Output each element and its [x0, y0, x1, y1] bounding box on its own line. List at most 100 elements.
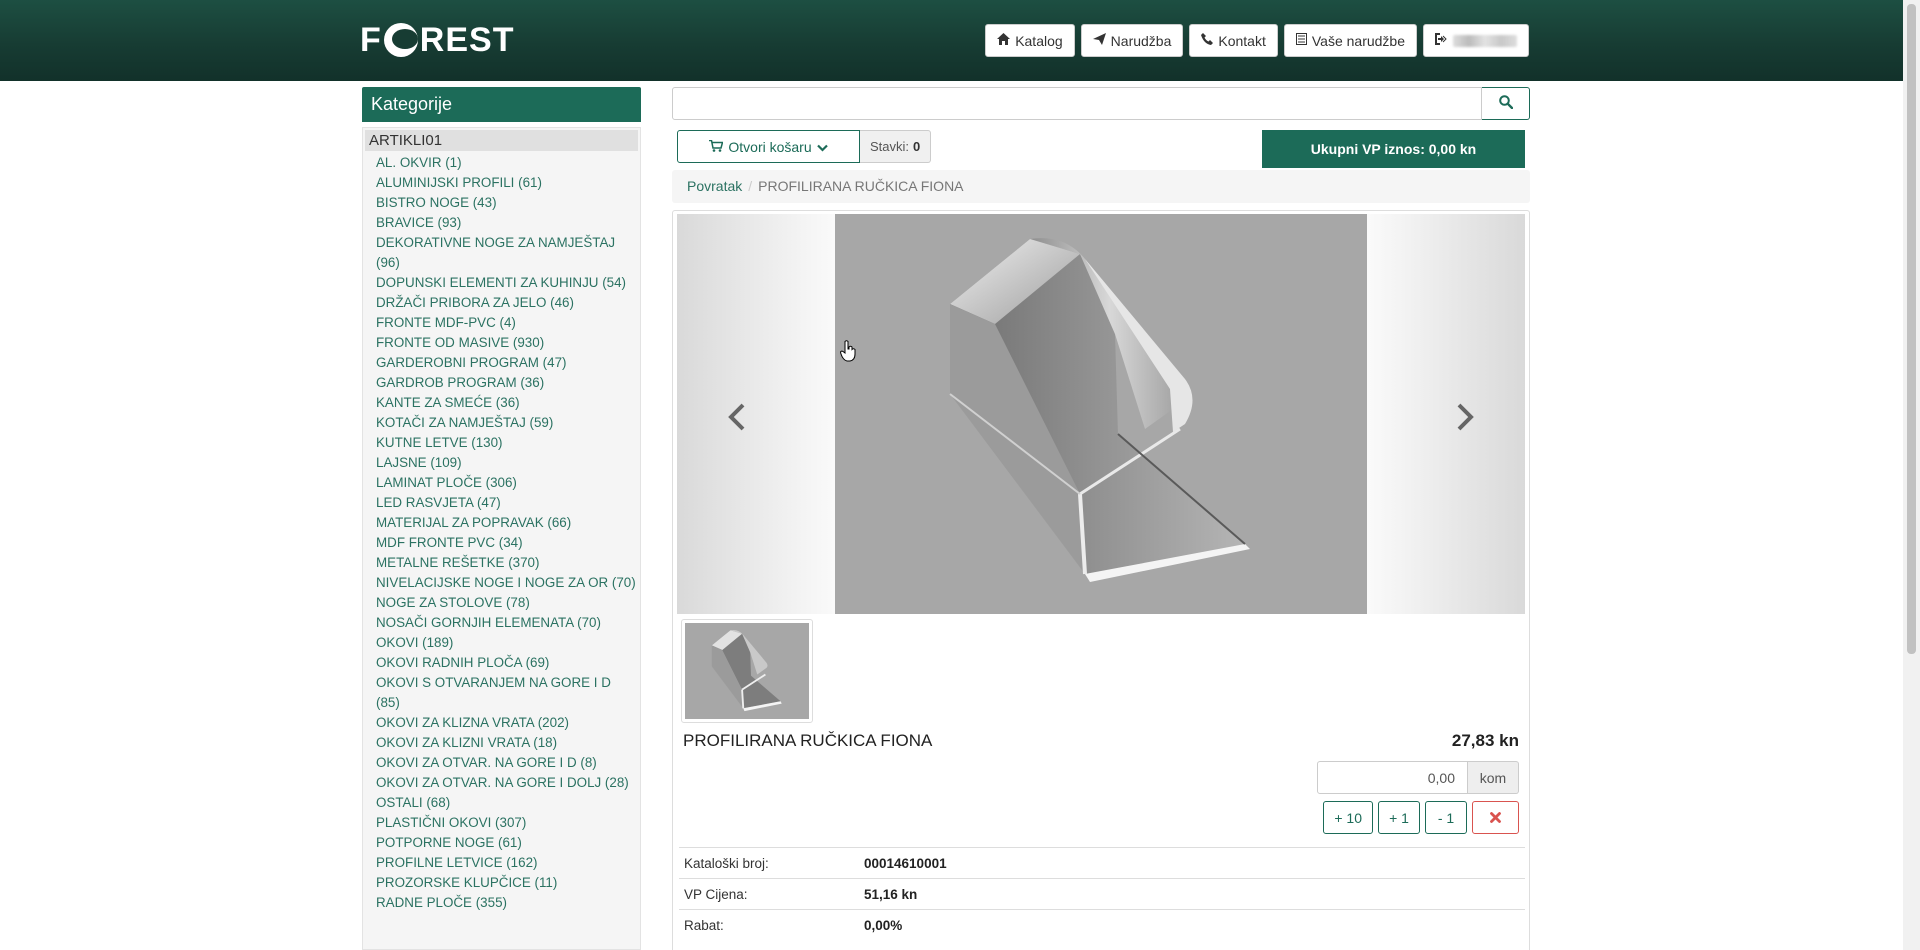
category-item[interactable]: PROZORSKE KLUPČICE (11) [376, 873, 638, 893]
product-price: 27,83 kn [1451, 731, 1519, 750]
quantity-step-buttons: + 10 + 1 - 1 [1323, 801, 1519, 834]
category-item[interactable]: OSTALI (68) [376, 793, 638, 813]
top-navbar: F REST Katalog Narudžba Kontakt Vaše naru… [0, 0, 1903, 81]
chevron-down-icon [816, 139, 828, 155]
category-item[interactable]: NOSAČI GORNJIH ELEMENATA (70) [376, 613, 638, 633]
table-row: VP Cijena: 51,16 kn [679, 878, 1525, 910]
product-thumbnail[interactable] [681, 619, 813, 723]
category-item[interactable]: OKOVI ZA KLIZNI VRATA (18) [376, 733, 638, 753]
category-item[interactable]: KOTAČI ZA NAMJEŠTAJ (59) [376, 413, 638, 433]
category-item[interactable]: NIVELACIJSKE NOGE I NOGE ZA OR (70) [376, 573, 638, 593]
detail-label: Kataloški broj: [679, 847, 859, 879]
category-item[interactable]: LAMINAT PLOČE (306) [376, 473, 638, 493]
category-item[interactable]: DEKORATIVNE NOGE ZA NAMJEŠTAJ (96) [376, 233, 638, 273]
product-main-image [835, 214, 1367, 614]
page-scrollbar[interactable] [1903, 0, 1920, 950]
breadcrumb-current: PROFILIRANA RUČKICA FIONA [758, 178, 964, 194]
category-item[interactable]: OKOVI RADNIH PLOČA (69) [376, 653, 638, 673]
logo-o-mark [383, 23, 418, 57]
list-icon [1295, 33, 1307, 48]
close-icon [1490, 810, 1501, 826]
category-item[interactable]: OKOVI ZA OTVAR. NA GORE I DOLJ (28) [376, 773, 638, 793]
thumbnail-image [685, 623, 809, 719]
category-item[interactable]: OKOVI S OTVARANJEM NA GORE I D (85) [376, 673, 638, 713]
open-cart-label: Otvori košaru [728, 138, 812, 155]
vase-narudzbe-label: Vaše narudžbe [1311, 32, 1405, 49]
category-root[interactable]: ARTIKLI01 [365, 130, 638, 151]
table-row: Rabat: 0,00% [679, 909, 1525, 941]
cart-items-label: Stavki: [870, 139, 910, 154]
cart-icon [709, 139, 724, 155]
category-item[interactable]: POTPORNE NOGE (61) [376, 833, 638, 853]
chevron-left-icon [727, 402, 747, 440]
category-item[interactable]: KUTNE LETVE (130) [376, 433, 638, 453]
quantity-input[interactable] [1317, 761, 1468, 794]
category-item[interactable]: GARDEROBNI PROGRAM (47) [376, 353, 638, 373]
detail-value: 00014610001 [859, 847, 1525, 879]
category-item[interactable]: LAJSNE (109) [376, 453, 638, 473]
breadcrumb: Povratak / PROFILIRANA RUČKICA FIONA [672, 170, 1530, 203]
category-item[interactable]: PLASTIČNI OKOVI (307) [376, 813, 638, 833]
forest-logo[interactable]: F REST [360, 21, 514, 59]
product-image-carousel [677, 214, 1525, 614]
category-item[interactable]: MATERIJAL ZA POPRAVAK (66) [376, 513, 638, 533]
subtract-one-button[interactable]: - 1 [1425, 801, 1467, 834]
kontakt-button[interactable]: Kontakt [1189, 24, 1278, 57]
cart-controls: Otvori košaru Stavki: 0 [677, 130, 932, 163]
product-panel: PROFILIRANA RUČKICA FIONA 27,83 kn kom +… [672, 210, 1530, 950]
category-tree: ARTIKLI01 AL. OKVIR (1) ALUMINIJSKI PROFI… [362, 127, 641, 950]
search-input[interactable] [672, 87, 1482, 120]
scrollbar-thumb[interactable] [1907, 4, 1916, 654]
remove-button[interactable] [1472, 801, 1519, 834]
logout-icon [1435, 33, 1448, 48]
category-item[interactable]: FRONTE OD MASIVE (930) [376, 333, 638, 353]
category-item[interactable]: OKOVI ZA KLIZNA VRATA (202) [376, 713, 638, 733]
quantity-unit: kom [1468, 761, 1519, 794]
detail-label: Rabat: [679, 909, 859, 941]
search-button[interactable] [1482, 87, 1530, 120]
katalog-label: Katalog [1015, 32, 1063, 49]
category-item[interactable]: ALUMINIJSKI PROFILI (61) [376, 173, 638, 193]
product-title: PROFILIRANA RUČKICA FIONA [683, 731, 933, 750]
category-item[interactable]: DOPUNSKI ELEMENTI ZA KUHINJU (54) [376, 273, 638, 293]
category-item[interactable]: OKOVI ZA OTVAR. NA GORE I D (8) [376, 753, 638, 773]
category-item[interactable]: OKOVI (189) [376, 633, 638, 653]
logout-button[interactable] [1423, 24, 1529, 57]
quantity-field: kom [1317, 761, 1519, 794]
open-cart-button[interactable]: Otvori košaru [677, 130, 860, 163]
narudzba-label: Narudžba [1110, 32, 1172, 49]
category-item[interactable]: MDF FRONTE PVC (34) [376, 533, 638, 553]
category-list: AL. OKVIR (1) ALUMINIJSKI PROFILI (61) BIS… [365, 151, 638, 913]
category-item[interactable]: LED RASVJETA (47) [376, 493, 638, 513]
katalog-button[interactable]: Katalog [985, 24, 1075, 57]
category-item[interactable]: BRAVICE (93) [376, 213, 638, 233]
cart-total: Ukupni VP iznos: 0,00 kn [1262, 130, 1525, 168]
category-item[interactable]: RADNE PLOČE (355) [376, 893, 638, 913]
detail-label: VP Cijena: [679, 878, 859, 910]
category-item[interactable]: NOGE ZA STOLOVE (78) [376, 593, 638, 613]
category-item[interactable]: METALNE REŠETKE (370) [376, 553, 638, 573]
category-item[interactable]: DRŽAČI PRIBORA ZA JELO (46) [376, 293, 638, 313]
phone-icon [1201, 33, 1214, 48]
add-one-button[interactable]: + 1 [1378, 801, 1420, 834]
cart-items-count: Stavki: 0 [860, 130, 932, 163]
kontakt-label: Kontakt [1218, 32, 1266, 49]
vase-narudzbe-button[interactable]: Vaše narudžbe [1283, 24, 1417, 57]
chevron-right-icon [1455, 402, 1475, 440]
category-item[interactable]: KANTE ZA SMEĆE (36) [376, 393, 638, 413]
search-icon [1498, 95, 1513, 112]
search-bar [672, 87, 1530, 120]
carousel-next-button[interactable] [1367, 214, 1525, 614]
send-icon [1092, 33, 1106, 48]
add-ten-button[interactable]: + 10 [1323, 801, 1373, 834]
product-details-table: Kataloški broj: 00014610001 VP Cijena: 5… [679, 847, 1525, 941]
narudzba-button[interactable]: Narudžba [1080, 24, 1184, 57]
carousel-prev-button[interactable] [677, 214, 835, 614]
breadcrumb-back-link[interactable]: Povratak [687, 178, 742, 194]
category-item[interactable]: FRONTE MDF-PVC (4) [376, 313, 638, 333]
category-item[interactable]: PROFILNE LETVICE (162) [376, 853, 638, 873]
category-item[interactable]: GARDROB PROGRAM (36) [376, 373, 638, 393]
category-item[interactable]: AL. OKVIR (1) [376, 153, 638, 173]
sidebar-title: Kategorije [362, 87, 641, 122]
category-item[interactable]: BISTRO NOGE (43) [376, 193, 638, 213]
